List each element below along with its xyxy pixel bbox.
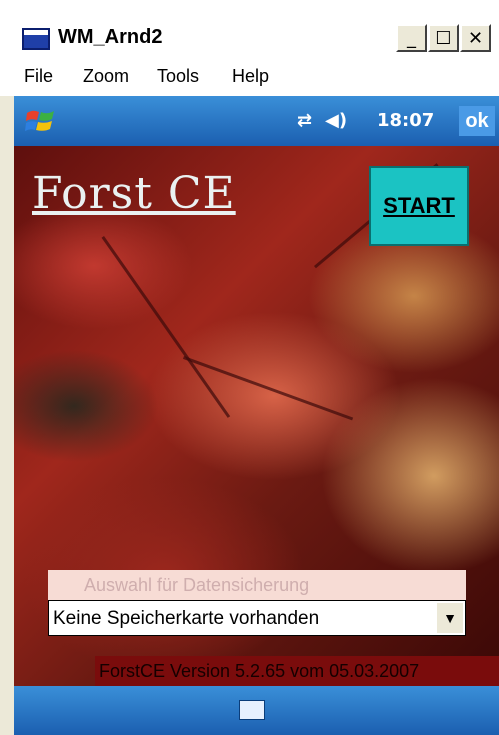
status-bar: ⇄ ◀︎) 18:07 ok <box>14 96 499 146</box>
device-screen: ⇄ ◀︎) 18:07 ok Forst CE START Auswahl fü… <box>14 96 499 735</box>
emulator-window: WM_Arnd2 _ ☐ ✕ File Zoom Tools Help ⇄ ◀︎… <box>0 0 499 735</box>
dropdown-arrow-icon[interactable]: ▼ <box>437 603 463 633</box>
menu-help[interactable]: Help <box>232 66 269 87</box>
connectivity-arrows-icon[interactable]: ⇄ <box>297 110 312 131</box>
menu-zoom[interactable]: Zoom <box>83 66 129 87</box>
app-logo: Forst CE <box>32 168 236 219</box>
title-bar: WM_Arnd2 _ ☐ ✕ <box>0 0 499 56</box>
clock-time[interactable]: 18:07 <box>377 110 434 131</box>
backup-label: Auswahl für Datensicherung <box>48 570 466 600</box>
minimize-button[interactable]: _ <box>396 24 427 52</box>
main-content: Forst CE START Auswahl für Datensicherun… <box>14 146 499 686</box>
speaker-icon[interactable]: ◀︎) <box>325 110 347 131</box>
start-button[interactable]: START <box>369 166 469 246</box>
maximize-button[interactable]: ☐ <box>428 24 459 52</box>
menu-file[interactable]: File <box>24 66 53 87</box>
storage-card-select[interactable]: Keine Speicherkarte vorhanden ▼ <box>48 600 466 636</box>
soft-key-bar <box>14 686 499 735</box>
version-label: ForstCE Version 5.2.65 vom 05.03.2007 <box>95 656 499 686</box>
window-title: WM_Arnd2 <box>58 26 163 48</box>
keyboard-icon[interactable] <box>239 700 265 720</box>
leaf-vein <box>101 236 231 418</box>
ok-button[interactable]: ok <box>459 106 495 136</box>
window-icon <box>22 28 50 50</box>
close-button[interactable]: ✕ <box>460 24 491 52</box>
storage-card-select-value: Keine Speicherkarte vorhanden <box>53 608 320 629</box>
windows-flag-icon[interactable] <box>24 104 58 138</box>
menu-tools[interactable]: Tools <box>157 66 199 87</box>
